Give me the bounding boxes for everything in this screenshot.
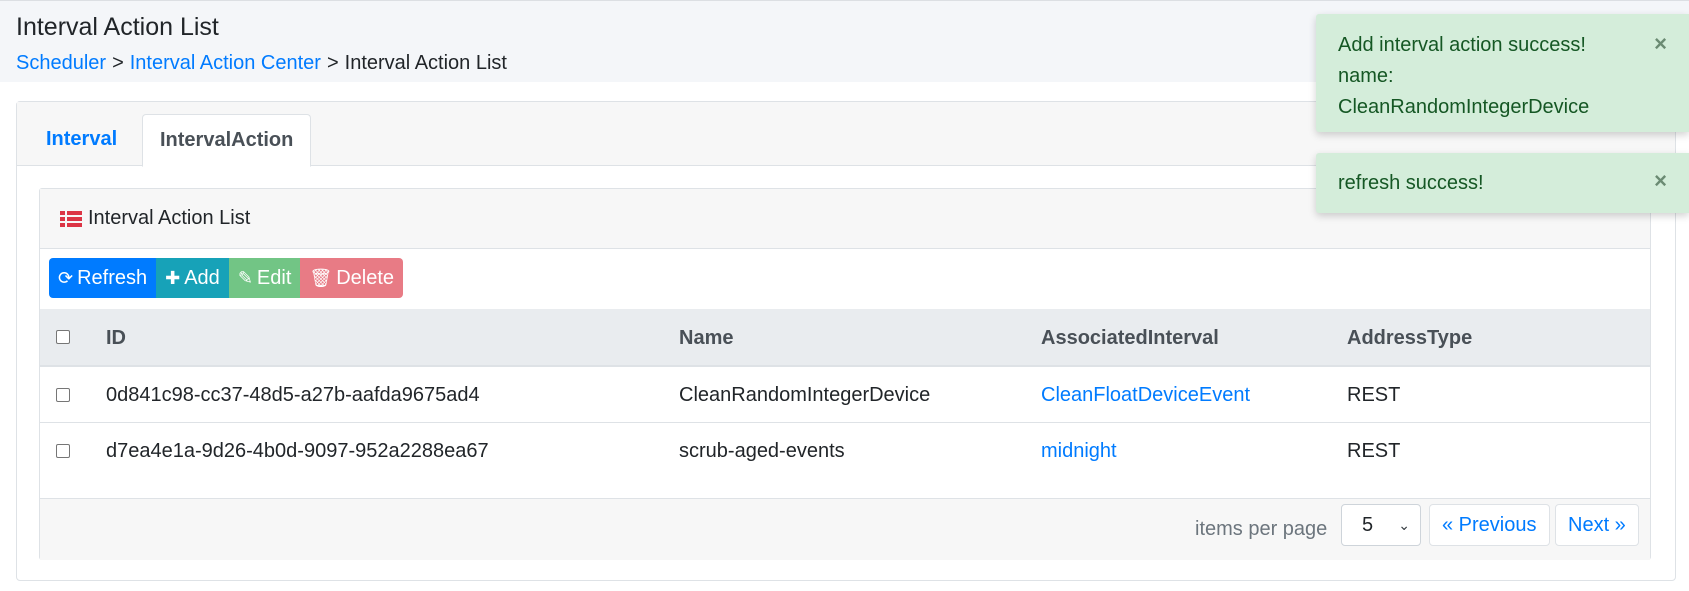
chevron-down-icon: ⌄ xyxy=(1398,517,1410,533)
select-all-checkbox[interactable] xyxy=(56,330,70,344)
trash-icon: 🗑 xyxy=(309,268,333,288)
panel-title-text: Interval Action List xyxy=(88,207,251,229)
delete-label: Delete xyxy=(336,266,395,289)
cell-associated-interval: CleanFloatDeviceEvent xyxy=(1041,384,1250,407)
cell-associated-interval: midnight xyxy=(1041,440,1117,463)
breadcrumb-interval-action-center[interactable]: Interval Action Center xyxy=(130,52,321,74)
toast-line: Add interval action success! xyxy=(1338,34,1586,56)
cell-address-type: REST xyxy=(1347,440,1401,462)
table-footer: items per page 5 ⌄ « Previous Next » xyxy=(40,498,1650,560)
breadcrumb-separator: > xyxy=(326,52,339,74)
close-icon[interactable]: × xyxy=(1654,167,1667,195)
add-button[interactable]: ✚ Add xyxy=(156,258,229,298)
items-per-page-value: 5 xyxy=(1362,514,1374,536)
cell-id: d7ea4e1a-9d26-4b0d-9097-952a2288ea67 xyxy=(106,440,489,462)
row-checkbox[interactable] xyxy=(56,388,70,402)
cell-id: 0d841c98-cc37-48d5-a27b-aafda9675ad4 xyxy=(106,384,480,406)
refresh-label: Refresh xyxy=(77,266,148,289)
items-per-page-select[interactable]: 5 ⌄ xyxy=(1341,504,1421,546)
edit-button[interactable]: ✎ Edit xyxy=(228,258,301,298)
cell-name: CleanRandomIntegerDevice xyxy=(679,384,931,406)
column-header-id[interactable]: ID xyxy=(106,327,126,350)
refresh-icon: ⟳ xyxy=(58,268,74,288)
breadcrumb-current: Interval Action List xyxy=(344,52,507,74)
delete-button[interactable]: 🗑 Delete xyxy=(300,258,404,298)
column-header-associated-interval[interactable]: AssociatedInterval xyxy=(1041,327,1219,350)
toast-line: name: xyxy=(1338,65,1394,87)
page-title: Interval Action List xyxy=(16,13,219,41)
column-header-name[interactable]: Name xyxy=(679,327,733,350)
table-row[interactable]: 0d841c98-cc37-48d5-a27b-aafda9675ad4 Cle… xyxy=(40,367,1650,423)
interval-action-panel: Interval Action List ⟳ Refresh ✚ Add ✎ E… xyxy=(39,188,1651,560)
associated-interval-link[interactable]: CleanFloatDeviceEvent xyxy=(1041,384,1250,406)
toast-line: refresh success! xyxy=(1338,172,1484,194)
row-checkbox[interactable] xyxy=(56,444,70,458)
toast-refresh-success: refresh success! × xyxy=(1316,153,1689,213)
breadcrumb-scheduler[interactable]: Scheduler xyxy=(16,52,106,74)
tab-interval-action[interactable]: IntervalAction xyxy=(142,114,312,167)
breadcrumb: Scheduler > Interval Action Center > Interva… xyxy=(16,52,507,75)
column-header-address-type[interactable]: AddressType xyxy=(1347,327,1472,350)
toast-line: CleanRandomIntegerDevice xyxy=(1338,96,1590,118)
previous-page-button[interactable]: « Previous xyxy=(1429,504,1550,546)
table-row[interactable]: d7ea4e1a-9d26-4b0d-9097-952a2288ea67 scr… xyxy=(40,423,1650,479)
plus-icon: ✚ xyxy=(165,268,181,288)
toast-add-success: Add interval action success! name: Clean… xyxy=(1316,14,1689,132)
tab-interval[interactable]: Interval xyxy=(29,114,134,166)
edit-label: Edit xyxy=(256,266,292,289)
table-header: ID Name AssociatedInterval AddressType xyxy=(40,309,1650,367)
cell-address-type: REST xyxy=(1347,384,1401,406)
refresh-button[interactable]: ⟳ Refresh xyxy=(49,258,157,298)
panel-title: Interval Action List xyxy=(60,207,250,230)
toolbar: ⟳ Refresh ✚ Add ✎ Edit 🗑 Delete xyxy=(49,258,404,298)
breadcrumb-separator: > xyxy=(112,52,124,74)
close-icon[interactable]: × xyxy=(1654,28,1667,59)
associated-interval-link[interactable]: midnight xyxy=(1041,440,1117,462)
cell-name: scrub-aged-events xyxy=(679,440,845,462)
next-page-button[interactable]: Next » xyxy=(1555,504,1639,546)
edit-icon: ✎ xyxy=(237,268,253,288)
add-label: Add xyxy=(184,266,220,289)
items-per-page-label: items per page xyxy=(1195,518,1328,540)
list-icon xyxy=(60,210,82,228)
